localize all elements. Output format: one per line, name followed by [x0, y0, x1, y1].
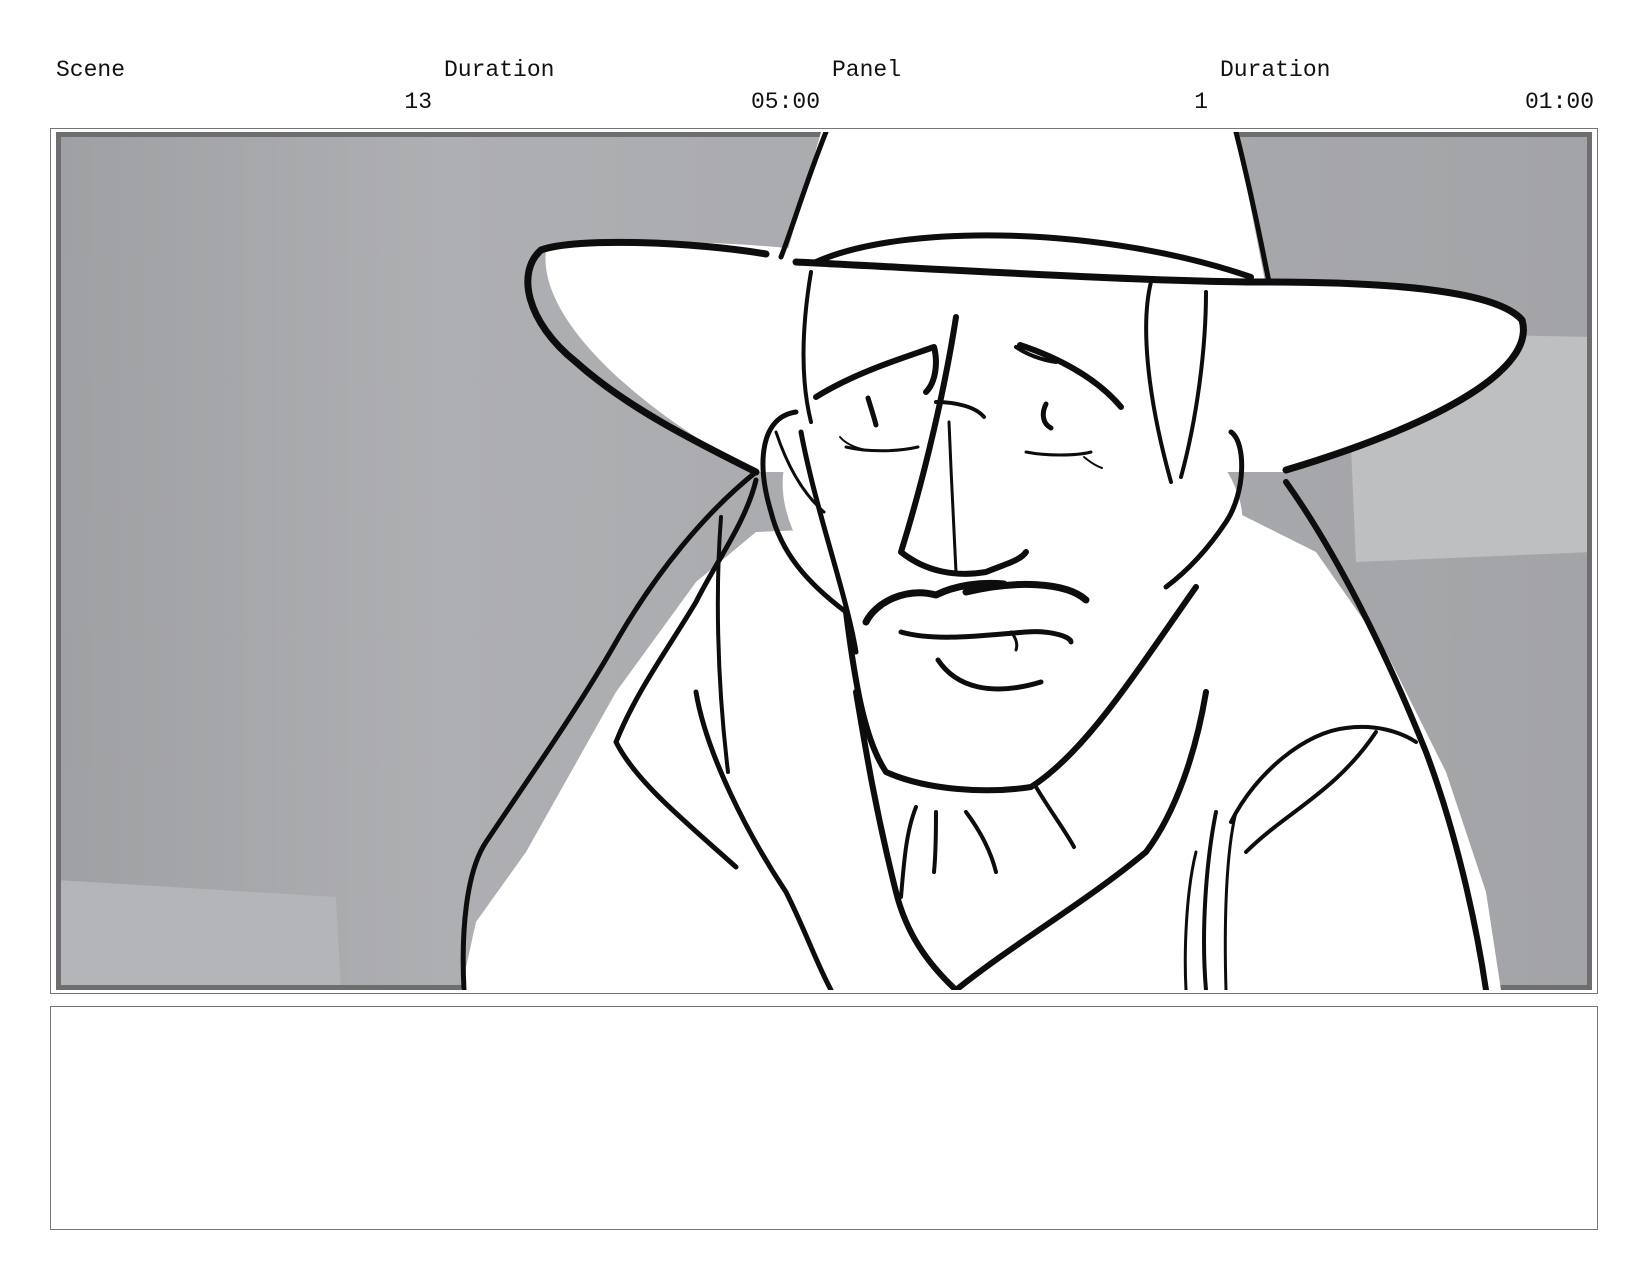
cowboy-sketch-image — [56, 132, 1592, 990]
scene-duration-value: 05:00 — [750, 89, 820, 115]
scene-number: 13 — [404, 89, 432, 115]
storyboard-panel — [50, 128, 1598, 994]
panel-number: 1 — [1194, 89, 1208, 115]
panel-duration-label: Duration — [1220, 57, 1331, 83]
panel-notes-text — [51, 1007, 1597, 1031]
scene-label: Scene — [56, 57, 126, 83]
scene-duration-label: Duration — [444, 57, 555, 83]
background-ledge — [56, 880, 341, 990]
panel-label: Panel — [832, 57, 902, 83]
panel-duration-value: 01:00 — [1524, 89, 1594, 115]
panel-notes-box[interactable] — [50, 1006, 1598, 1230]
